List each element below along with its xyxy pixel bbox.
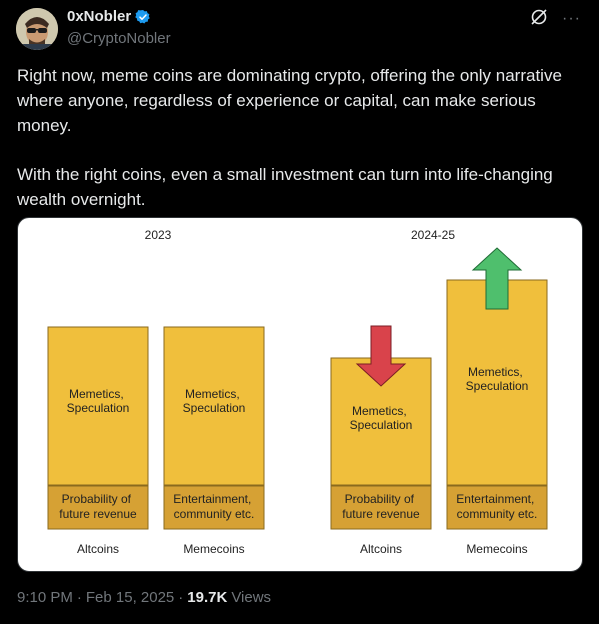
tweet-actions-top: ··· [530,8,581,29]
bar-bottom-line1: Entertainment, [456,492,534,506]
bar-top-line1: Memetics, [69,387,124,401]
tweet-time[interactable]: 9:10 PM [17,589,73,606]
bar-top-line2: Speculation [466,379,529,393]
views-label: Views [231,589,272,606]
bar-bottom-line2: future revenue [342,507,420,521]
bar-top-line1: Memetics, [352,404,407,418]
panel-year-2024-25: 2024-25 [411,228,455,242]
meta-separator: · [76,589,82,606]
grok-icon[interactable] [530,8,548,29]
bar-category-label: Altcoins [360,542,402,556]
bar-2023-altcoins: Memetics, Speculation Probability of fut… [47,326,149,556]
bar-bottom-label: Probability of future revenue [59,492,137,521]
bar-top-label: Memetics, Speculation [350,404,413,432]
bar-2023-memecoins: Memetics, Speculation Entertainment, com… [163,326,265,556]
bar-bottom-line1: Probability of [345,492,415,506]
bar-top-label: Memetics, Speculation [183,387,246,415]
bar-top-line2: Speculation [183,401,246,415]
bar-2024-altcoins: Memetics, Speculation Probability of fut… [330,325,432,556]
bar-bottom-label: Entertainment, community etc. [173,492,254,521]
bar-bottom-line2: community etc. [174,507,255,521]
panel-year-2023: 2023 [145,228,172,242]
bar-2024-memecoins: Memetics, Speculation Entertainment, com… [446,247,548,556]
bar-category-label: Memecoins [466,542,527,556]
bar-top-label: Memetics, Speculation [466,365,529,393]
views-count: 19.7K [187,589,228,606]
tweet-text: Right now, meme coins are dominating cry… [17,63,587,212]
bar-bottom-label: Entertainment, community etc. [456,492,537,521]
more-icon[interactable]: ··· [562,10,581,28]
bar-top-line1: Memetics, [468,365,523,379]
author-name-row[interactable]: 0xNobler [67,8,151,25]
bar-category-label: Altcoins [77,542,119,556]
bar-top-label: Memetics, Speculation [67,387,130,415]
meta-separator: · [178,589,184,606]
tweet-image[interactable]: 2023 2024-25 Memetics, Speculation Proba… [17,217,583,572]
bar-category-label: Memecoins [183,542,244,556]
avatar-image [16,8,58,50]
display-name[interactable]: 0xNobler [67,8,131,25]
tweet-paragraph-2: With the right coins, even a small inves… [17,165,553,209]
bar-bottom-line1: Entertainment, [173,492,251,506]
bar-top-line2: Speculation [350,418,413,432]
tweet-meta: 9:10 PM · Feb 15, 2025 · 19.7K Views [17,589,271,606]
author-handle[interactable]: @CryptoNobler [67,30,171,47]
tweet-date[interactable]: Feb 15, 2025 [86,589,174,606]
bar-bottom-line2: future revenue [59,507,137,521]
bar-top-line2: Speculation [67,401,130,415]
verified-badge-icon [135,9,150,24]
grok-glyph [531,9,547,25]
bar-bottom-line2: community etc. [457,507,538,521]
avatar[interactable] [16,8,58,50]
tweet-paragraph-1: Right now, meme coins are dominating cry… [17,66,562,135]
bar-top-line1: Memetics, [185,387,240,401]
infographic: 2023 2024-25 Memetics, Speculation Proba… [47,228,548,556]
bar-bottom-line1: Probability of [62,492,132,506]
bar-bottom-label: Probability of future revenue [342,492,420,521]
